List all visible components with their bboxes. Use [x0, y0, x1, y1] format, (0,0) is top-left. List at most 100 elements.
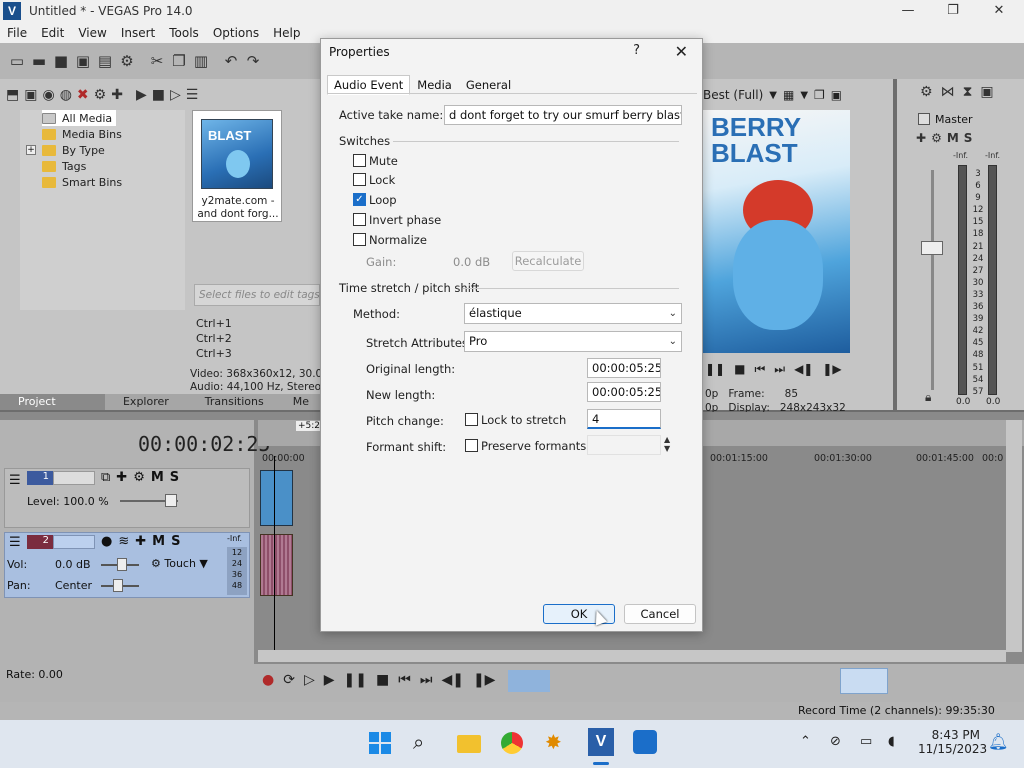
track-fx-icon[interactable]: ✚	[135, 534, 146, 549]
playhead-cursor[interactable]	[274, 456, 275, 652]
active-take-input[interactable]: d dont forget to try our smurf berry bla…	[444, 105, 682, 125]
arm-record-icon[interactable]: ●	[101, 534, 112, 549]
normalize-checkbox[interactable]	[353, 233, 366, 246]
track-name-input[interactable]	[53, 535, 95, 549]
play-icon[interactable]: ▶	[324, 672, 335, 688]
save-snapshot-icon[interactable]: ▣	[831, 88, 842, 102]
track-video-1[interactable]: ☰ 1 ⧉ ✚ ⚙ M S Level: 100.0 %	[4, 468, 250, 528]
prev-frame-icon[interactable]: ◀❚	[441, 672, 464, 688]
expand-icon[interactable]: +	[26, 145, 36, 155]
web-icon[interactable]: ◍	[60, 87, 72, 103]
tree-item-all-media[interactable]: All Media	[42, 110, 117, 126]
original-length-field[interactable]: 00:00:05:25	[587, 358, 661, 378]
chevron-down-icon[interactable]: ▼	[769, 90, 777, 101]
prev-frame-icon[interactable]: ⏮	[754, 362, 765, 377]
save-as-icon[interactable]: ▣	[74, 52, 92, 70]
tab-project-media[interactable]: Project Media	[0, 394, 105, 424]
lock-icon[interactable]: 🔒︎	[925, 390, 931, 405]
cancel-button[interactable]: Cancel	[624, 604, 696, 624]
play-preview-icon[interactable]: ▶	[136, 87, 147, 103]
track-fx-icon[interactable]: ⚙	[133, 470, 145, 485]
views-icon[interactable]: ☰	[186, 87, 199, 103]
close-icon[interactable]: ✕	[675, 42, 688, 61]
stop-icon[interactable]: ■	[734, 362, 745, 377]
track-name-input[interactable]	[53, 471, 95, 485]
tab-explorer[interactable]: Explorer	[105, 394, 187, 410]
vegas-taskbar-icon[interactable]: V	[588, 728, 614, 756]
open-icon[interactable]: ▬	[30, 52, 48, 70]
media-thumbnail[interactable]: BLAST y2mate.com - and dont forg...	[192, 110, 282, 222]
video-clip[interactable]	[260, 470, 293, 526]
solo-button[interactable]: S	[170, 470, 179, 485]
stop-icon[interactable]: ■	[376, 672, 389, 688]
record-icon[interactable]: ●	[262, 672, 274, 688]
help-icon[interactable]: ?	[633, 43, 640, 58]
pitch-change-input[interactable]: 4	[587, 409, 661, 429]
app-icon[interactable]: ✸	[545, 730, 562, 754]
undo-icon[interactable]: ↶	[222, 52, 240, 70]
volume-icon[interactable]: ◖	[888, 734, 895, 749]
cut-icon[interactable]: ✂	[148, 52, 166, 70]
settings-icon[interactable]: ⚙	[920, 84, 933, 100]
lock-to-stretch-checkbox[interactable]	[465, 413, 478, 426]
tab-transitions[interactable]: Transitions	[187, 394, 282, 410]
tree-item-tags[interactable]: Tags	[42, 158, 86, 174]
step-forward-icon[interactable]: ❚▶	[822, 362, 841, 377]
invert-phase-icon[interactable]: ≋	[118, 534, 129, 549]
tab-general[interactable]: General	[459, 75, 518, 95]
method-select[interactable]: élastique ⌄	[464, 303, 682, 324]
stop-preview-icon[interactable]: ■	[152, 87, 165, 103]
audio-clip[interactable]	[260, 534, 293, 596]
mute-checkbox[interactable]	[353, 154, 366, 167]
step-back-icon[interactable]: ◀❚	[794, 362, 813, 377]
vol-slider-handle[interactable]	[117, 558, 127, 571]
tags-input[interactable]: Select files to edit tags	[194, 284, 320, 306]
track-collapse-icon[interactable]: ☰	[9, 535, 21, 550]
recalculate-button[interactable]: Recalculate	[512, 251, 584, 271]
mute-button[interactable]: M	[151, 470, 164, 485]
chevron-down-icon[interactable]: ▼	[800, 90, 808, 101]
master-fader-handle[interactable]	[921, 241, 943, 255]
import-media-icon[interactable]: ⬒	[6, 87, 19, 103]
master-select-icon[interactable]	[918, 113, 930, 125]
formant-shift-input[interactable]	[587, 435, 661, 455]
mixer-icon[interactable]: ▣	[980, 84, 993, 100]
menu-tools[interactable]: Tools	[162, 26, 206, 40]
menu-options[interactable]: Options	[206, 26, 266, 40]
clock[interactable]: 8:43 PM 11/15/2023	[918, 728, 987, 756]
properties-icon[interactable]: ⚙	[118, 52, 136, 70]
level-slider-handle[interactable]	[165, 494, 177, 507]
save-icon[interactable]: ■	[52, 52, 70, 70]
autopreview-icon[interactable]: ▷	[170, 87, 181, 103]
fx-icon[interactable]: ⚙	[931, 131, 942, 145]
loop-playback-icon[interactable]: ⟳	[283, 672, 295, 688]
copy-snapshot-icon[interactable]: ❐	[814, 88, 825, 102]
network-icon[interactable]: ⊘	[830, 734, 841, 749]
go-to-start-icon[interactable]: ⏮	[398, 672, 411, 688]
copy-icon[interactable]: ❐	[170, 52, 188, 70]
pause-icon[interactable]: ❚❚	[344, 672, 367, 688]
display-icon[interactable]: ▭	[860, 734, 872, 749]
chrome-icon[interactable]	[501, 732, 523, 754]
mute-button[interactable]: M	[152, 534, 165, 549]
menu-help[interactable]: Help	[266, 26, 307, 40]
timeline-hscrollbar[interactable]	[258, 650, 1006, 662]
menu-edit[interactable]: Edit	[34, 26, 71, 40]
next-frame-icon[interactable]: ⏭	[774, 362, 785, 377]
touch-mode-select[interactable]: ⚙ Touch ▼	[151, 557, 208, 570]
media-fx-icon[interactable]: ⚙	[94, 87, 107, 103]
paste-icon[interactable]: ▥	[192, 52, 210, 70]
start-icon[interactable]	[369, 732, 391, 754]
downmix-icon[interactable]: ⋈	[941, 84, 955, 100]
new-length-field[interactable]: 00:00:05:25	[587, 382, 661, 402]
search-icon[interactable]: ⌕	[413, 730, 424, 754]
compositing-icon[interactable]: ⧉	[101, 470, 110, 485]
menu-insert[interactable]: Insert	[114, 26, 162, 40]
tab-media[interactable]: Media	[410, 75, 459, 95]
tab-audio-event[interactable]: Audio Event	[327, 75, 411, 95]
new-project-icon[interactable]: ▭	[8, 52, 26, 70]
app-icon-2[interactable]	[633, 730, 657, 754]
next-frame-icon[interactable]: ❚▶	[473, 672, 496, 688]
render-icon[interactable]: ▤	[96, 52, 114, 70]
timeline-vscrollbar[interactable]	[1006, 420, 1022, 652]
